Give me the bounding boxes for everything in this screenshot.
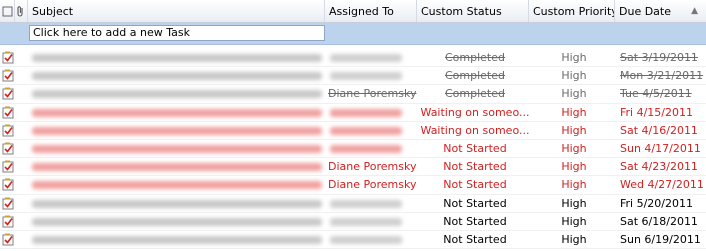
header-due-date-label: Due Date — [619, 4, 671, 18]
task-icon — [2, 160, 15, 173]
task-row[interactable]: Waiting on someo... High Sat 4/16/2011 — [0, 122, 706, 140]
task-row[interactable]: Diane Poremsky Not Started High Wed 4/27/20… — [0, 176, 706, 195]
task-due-date: Sat 4/16/2011 — [620, 123, 698, 137]
column-custom-status[interactable]: Custom Status — [417, 0, 529, 22]
task-icon — [2, 178, 15, 191]
new-task-input[interactable]: Click here to add a new Task — [29, 25, 325, 41]
task-priority: High — [561, 123, 587, 137]
header-custom-priority-label: Custom Priority — [533, 4, 615, 18]
task-status: Not Started — [443, 196, 507, 210]
task-assigned-to-redacted — [330, 72, 402, 81]
task-assigned-to-redacted — [330, 126, 402, 135]
task-subject-redacted — [32, 54, 322, 62]
task-priority: High — [561, 232, 587, 246]
task-priority: High — [561, 141, 587, 155]
task-status: Completed — [445, 69, 505, 83]
task-icon — [2, 106, 15, 119]
task-rows: Completed High Sat 3/19/2011 Completed High M… — [0, 49, 706, 250]
paperclip-icon — [17, 6, 23, 17]
task-status: Waiting on someo... — [420, 105, 530, 119]
task-subject-redacted — [32, 72, 322, 81]
task-due-date: Tue 4/5/2011 — [620, 87, 692, 101]
task-due-date: Sat 3/19/2011 — [620, 51, 698, 64]
column-assigned-to[interactable]: Assigned To — [325, 0, 417, 22]
task-status: Not Started — [443, 178, 507, 192]
task-due-date: Fri 4/15/2011 — [620, 105, 694, 119]
task-icon — [2, 124, 15, 137]
column-custom-priority[interactable]: Custom Priority — [529, 0, 615, 22]
column-subject[interactable]: Subject — [28, 0, 325, 22]
task-due-date: Wed 4/27/2011 — [620, 178, 704, 192]
task-priority: High — [561, 160, 587, 174]
task-assigned-to-redacted — [330, 235, 402, 244]
task-assigned-to-redacted — [330, 144, 402, 153]
task-assigned-to: Diane Poremsky — [328, 87, 417, 101]
task-status: Completed — [445, 51, 505, 64]
new-task-row: Click here to add a new Task — [0, 23, 706, 45]
task-row[interactable]: Diane Poremsky Not Started High Sat 4/23/20… — [0, 158, 706, 177]
task-subject-redacted — [32, 181, 322, 190]
task-due-date: Fri 5/20/2011 — [620, 196, 694, 210]
task-subject-redacted — [32, 199, 322, 208]
task-icon — [2, 51, 15, 64]
header-assigned-to-label: Assigned To — [329, 4, 394, 18]
task-status: Waiting on someo... — [420, 123, 530, 137]
task-status: Not Started — [443, 214, 507, 228]
column-attachment[interactable] — [15, 0, 28, 22]
task-status: Not Started — [443, 160, 507, 174]
task-priority: High — [561, 196, 587, 210]
task-list-view: Subject Assigned To Custom Status Custom… — [0, 0, 706, 250]
task-subject-redacted — [32, 217, 322, 226]
task-subject-redacted — [32, 163, 322, 172]
task-subject-redacted — [32, 144, 322, 153]
task-priority: High — [561, 87, 587, 101]
task-icon — [2, 233, 15, 246]
task-subject-redacted — [32, 108, 322, 117]
header-subject-label: Subject — [32, 4, 74, 18]
task-status: Not Started — [443, 232, 507, 246]
task-assigned-to: Diane Poremsky — [328, 178, 417, 192]
task-due-date: Sat 6/18/2011 — [620, 214, 698, 228]
task-priority: High — [561, 69, 587, 83]
task-row[interactable]: Diane Poremsky Completed High Tue 4/5/2011 — [0, 85, 706, 104]
column-due-date[interactable]: Due Date ▲ — [615, 0, 706, 22]
task-subject-redacted — [32, 235, 322, 244]
header-custom-status-label: Custom Status — [421, 4, 502, 18]
task-row[interactable]: Waiting on someo... High Fri 4/15/2011 — [0, 104, 706, 122]
task-assigned-to: Diane Poremsky — [328, 160, 417, 174]
task-priority: High — [561, 214, 587, 228]
task-status: Not Started — [443, 141, 507, 155]
task-row[interactable]: Not Started High Sun 6/19/2011 — [0, 231, 706, 250]
task-status: Completed — [445, 87, 505, 101]
task-assigned-to-redacted — [330, 217, 402, 226]
task-priority: High — [561, 178, 587, 192]
task-row[interactable]: Not Started High Fri 5/20/2011 — [0, 195, 706, 213]
task-due-date: Sun 4/17/2011 — [620, 141, 701, 155]
column-icon[interactable] — [0, 0, 15, 22]
task-priority: High — [561, 105, 587, 119]
task-row[interactable]: Completed High Sat 3/19/2011 — [0, 49, 706, 68]
task-icon — [2, 6, 13, 16]
task-assigned-to-redacted — [330, 108, 402, 117]
task-icon — [2, 197, 15, 210]
task-subject-redacted — [32, 90, 322, 99]
task-icon — [2, 215, 15, 228]
task-due-date: Sat 4/23/2011 — [620, 160, 698, 174]
task-subject-redacted — [32, 126, 322, 135]
task-icon — [2, 69, 15, 82]
sort-ascending-icon: ▲ — [691, 6, 698, 16]
task-icon — [2, 142, 15, 155]
task-row[interactable]: Not Started High Sat 6/18/2011 — [0, 213, 706, 231]
task-priority: High — [561, 51, 587, 64]
task-due-date: Mon 3/21/2011 — [620, 69, 704, 83]
task-row[interactable]: Completed High Mon 3/21/2011 — [0, 67, 706, 86]
column-header-bar: Subject Assigned To Custom Status Custom… — [0, 0, 706, 23]
task-due-date: Sun 6/19/2011 — [620, 232, 701, 246]
task-assigned-to-redacted — [330, 199, 402, 208]
task-assigned-to-redacted — [330, 54, 402, 62]
task-icon — [2, 87, 15, 100]
task-row[interactable]: Not Started High Sun 4/17/2011 — [0, 140, 706, 159]
